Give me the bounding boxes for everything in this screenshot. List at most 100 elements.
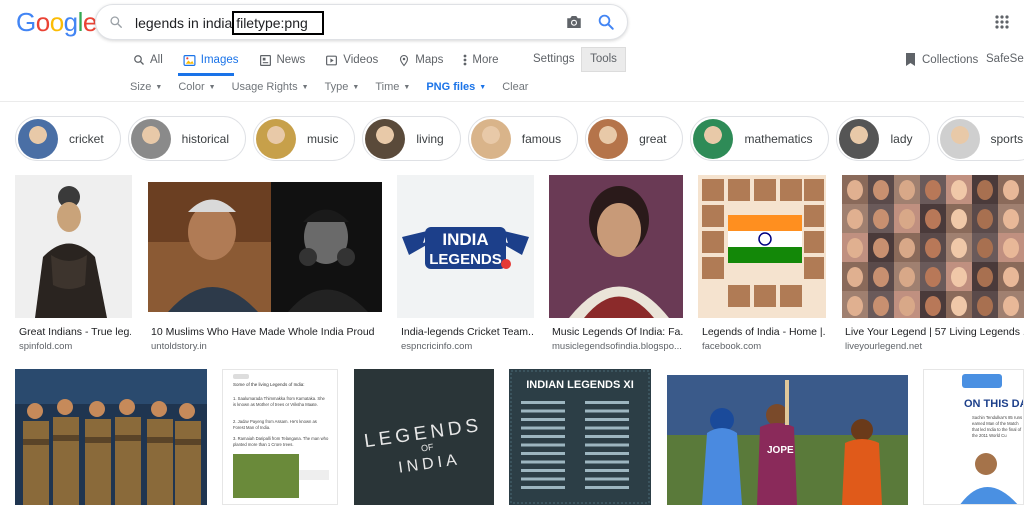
chip-cricket[interactable]: cricket [15, 116, 121, 161]
result-image[interactable]: ON THIS DAY Sachin Tendulkar's 85 runs e… [923, 369, 1024, 505]
result-source: untoldstory.in [151, 341, 207, 352]
result-card[interactable]: LEGENDS OF INDIA [354, 369, 494, 505]
tab-label: News [276, 54, 306, 66]
result-image[interactable] [15, 175, 132, 318]
result-card[interactable]: ON THIS DAY Sachin Tendulkar's 85 runs e… [923, 369, 1024, 505]
chip-thumbnail [256, 118, 297, 159]
chip-sports[interactable]: sports [936, 116, 1024, 161]
result-card[interactable]: JOPE [667, 375, 908, 505]
tab-more[interactable]: More [463, 51, 499, 69]
tab-all[interactable]: All [133, 51, 163, 69]
doc-avatar [233, 374, 249, 379]
video-icon [325, 54, 343, 67]
image-icon [183, 54, 201, 67]
result-source: facebook.com [702, 341, 762, 352]
tab-label: Maps [415, 54, 444, 66]
search-query-text: legends in india [135, 15, 237, 31]
result-image[interactable] [698, 175, 826, 318]
query-highlight-box: filetype:png [232, 11, 324, 35]
chip-label: living [416, 131, 444, 146]
google-logo[interactable]: Google [16, 7, 97, 38]
chip-famous[interactable]: famous [467, 116, 579, 161]
result-card[interactable]: Some of the living Legends of India: 1. … [222, 369, 338, 505]
result-title[interactable]: Live Your Legend | 57 Living Legends ... [845, 326, 1024, 338]
search-tabs: All Images News Videos Maps More [133, 51, 519, 69]
result-card[interactable]: 10 Muslims Who Have Made Whole India Pro… [148, 182, 382, 354]
result-image[interactable] [148, 182, 382, 312]
chip-label: famous [521, 131, 562, 146]
header: Google legends in india filetype:png All… [0, 0, 1024, 102]
logo-letter: o [35, 7, 50, 37]
doc-heading: Some of the living Legends of India: [233, 382, 305, 387]
chip-living[interactable]: living [362, 116, 461, 161]
tab-label: Videos [343, 54, 379, 66]
news-icon [259, 54, 277, 67]
caret-down-icon: ▼ [403, 83, 411, 91]
result-image[interactable] [549, 175, 683, 318]
result-title[interactable]: Great Indians - True leg... [19, 326, 131, 338]
result-source: liveyourlegend.net [845, 341, 923, 352]
tab-videos[interactable]: Videos [325, 51, 378, 69]
result-image[interactable]: LEGENDS OF INDIA [354, 369, 494, 505]
result-card[interactable] [15, 369, 207, 505]
filter-color[interactable]: Color ▼ [178, 81, 215, 93]
doc-item-2: 2. Jadav Payeng from Assam. He's known a… [233, 419, 317, 430]
result-image[interactable] [15, 369, 207, 505]
promo-logo [962, 374, 1002, 388]
filter-clear[interactable]: Clear [502, 81, 528, 93]
camera-icon[interactable] [565, 14, 583, 35]
result-source: espncricinfo.com [401, 341, 473, 352]
result-card[interactable]: Music Legends Of India: Fa... musiclegen… [549, 175, 683, 355]
result-title[interactable]: 10 Muslims Who Have Made Whole India Pro… [151, 326, 381, 338]
tab-maps[interactable]: Maps [398, 51, 443, 69]
search-input[interactable]: legends in india filetype:png [135, 11, 324, 35]
result-title[interactable]: India-legends Cricket Team... [401, 326, 534, 338]
result-title[interactable]: Music Legends Of India: Fa... [552, 326, 683, 338]
tab-label: Images [200, 54, 239, 66]
result-card[interactable]: Live Your Legend | 57 Living Legends ...… [842, 175, 1024, 355]
chip-thumbnail [839, 118, 880, 159]
result-card[interactable]: INDIAN LEGENDS XI [509, 369, 651, 505]
result-image[interactable]: Some of the living Legends of India: 1. … [222, 369, 338, 505]
collections-link[interactable]: Collections [905, 53, 978, 66]
doc-item-1: 1. Saalumarada Thimmakka from Karnataka.… [233, 396, 325, 407]
chip-great[interactable]: great [585, 116, 684, 161]
chip-label: mathematics [744, 131, 813, 146]
filter-type[interactable]: Type ▼ [325, 81, 360, 93]
search-icon [133, 54, 150, 66]
chip-lady[interactable]: lady [836, 116, 930, 161]
logo-letter: o [49, 7, 64, 37]
chip-thumbnail [588, 118, 629, 159]
tools-button[interactable]: Tools [581, 47, 626, 72]
filter-size[interactable]: Size ▼ [130, 81, 162, 93]
tab-news[interactable]: News [259, 51, 306, 69]
chip-thumbnail [939, 118, 980, 159]
team-list-heading: INDIAN LEGENDS XI [526, 379, 634, 391]
result-title[interactable]: Legends of India - Home |... [702, 326, 826, 338]
search-box[interactable]: legends in india filetype:png [95, 4, 628, 40]
apps-grid-icon[interactable] [995, 15, 1009, 34]
filter-label: Color [178, 81, 205, 93]
result-card[interactable]: INDIA LEGENDS India-legends Cricket Team… [397, 175, 534, 355]
chip-music[interactable]: music [253, 116, 356, 161]
filter-usage-rights[interactable]: Usage Rights ▼ [232, 81, 309, 93]
result-image[interactable]: INDIAN LEGENDS XI [509, 369, 651, 505]
result-card[interactable]: Legends of India - Home |... facebook.co… [698, 175, 826, 355]
chip-historical[interactable]: historical [127, 116, 247, 161]
chip-thumbnail [470, 118, 511, 159]
result-image[interactable] [842, 175, 1024, 318]
india-logo-text-top: INDIA [442, 230, 488, 249]
doc-item-3: 3. Ramaiah Daripalli from Telangana. The… [233, 436, 329, 447]
chip-mathematics[interactable]: mathematics [690, 116, 830, 161]
tab-images[interactable]: Images [183, 51, 239, 69]
result-image[interactable]: JOPE [667, 375, 908, 505]
search-submit-icon[interactable] [597, 13, 615, 36]
result-image[interactable]: INDIA LEGENDS [397, 175, 534, 318]
settings-link[interactable]: Settings [533, 53, 575, 65]
result-card[interactable]: Great Indians - True leg... spinfold.com [15, 175, 132, 355]
active-tab-indicator [178, 73, 234, 76]
filter-time[interactable]: Time ▼ [375, 81, 410, 93]
safesearch-link[interactable]: SafeSea [986, 53, 1024, 65]
filter-png-files[interactable]: PNG files ▼ [426, 81, 486, 93]
caret-down-icon: ▼ [155, 83, 163, 91]
